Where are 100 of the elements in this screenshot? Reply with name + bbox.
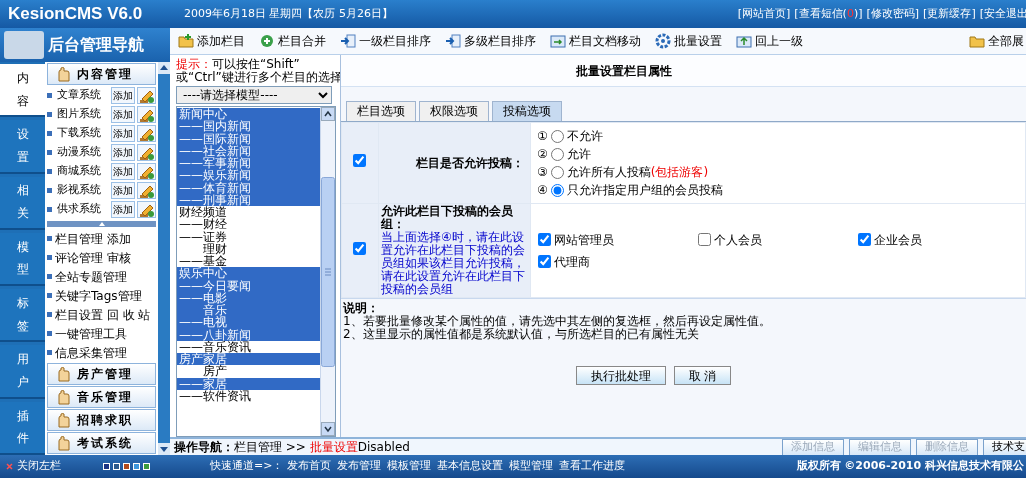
side-tab[interactable]: 标签 [0, 289, 45, 343]
menu-link[interactable]: 图片系统 [57, 106, 101, 123]
menu-link[interactable]: 一键管理工具 [55, 324, 127, 343]
add-button[interactable]: 添加 [111, 125, 135, 142]
checkbox[interactable] [353, 154, 367, 167]
side-tab[interactable]: 内容 [0, 64, 45, 118]
edit-button[interactable] [137, 182, 156, 199]
expand-all-button[interactable]: 全部展 [969, 32, 1024, 50]
menu-link[interactable]: 影视系统 [57, 182, 101, 199]
toolbar-button[interactable]: 栏目文档移动 [550, 32, 641, 50]
menu-section-header[interactable]: 房产管理 [47, 363, 156, 385]
quick-link[interactable]: 发布首页 [287, 458, 332, 475]
listbox-option[interactable]: ——财经 [177, 218, 320, 231]
side-tab[interactable]: 设置 [0, 120, 45, 174]
menu-link[interactable]: 商城系统 [57, 163, 101, 180]
quick-link[interactable]: 发布管理 [337, 458, 382, 475]
radio-button[interactable] [550, 183, 564, 197]
theme-swatch[interactable] [113, 463, 120, 470]
listbox-option[interactable]: 房产家居 [177, 353, 320, 366]
menu-link[interactable]: 文章系统 [57, 87, 101, 104]
toolbar-button[interactable]: 一级栏目排序 [340, 32, 431, 50]
add-button[interactable]: 添加 [111, 201, 135, 218]
listbox-option[interactable]: ——军事新闻 [177, 157, 320, 170]
listbox-option[interactable]: ——电视 [177, 316, 320, 329]
listbox-option[interactable]: 音乐 [177, 304, 320, 317]
menu-link[interactable]: 供求系统 [57, 201, 101, 218]
listbox-option[interactable]: 房产 [177, 365, 320, 378]
radio-button[interactable] [550, 147, 564, 161]
listbox-option[interactable]: ——证券 [177, 230, 320, 243]
header-link[interactable]: [修改密码] [866, 5, 920, 23]
menu-link[interactable]: 下载系统 [57, 125, 101, 142]
header-link[interactable]: [网站首页] [737, 5, 791, 23]
column-listbox[interactable]: 新闻中心 ——国内新闻 ——国际新闻 ——社会新闻 ——军事新闻 ——娱乐新闻 ——体育新闻 ——刑事新闻 财经频道 ——财经 ——证券 理财 ——基金 娱乐中心 ——今日要闻 ——电影 音乐 ——电视 ——八卦新闻 ——音乐资讯 房产家居 房产 ——家居 ——软件资讯 [176, 106, 336, 437]
checkbox[interactable] [538, 255, 551, 268]
side-tab[interactable]: 相关 [0, 176, 45, 230]
header-link[interactable]: [更新缓存] [923, 5, 976, 23]
listbox-option[interactable]: ——音乐资讯 [177, 340, 320, 353]
side-tab[interactable]: 插件 [0, 401, 45, 455]
toolbar-button[interactable]: 批量设置 [655, 32, 722, 50]
listbox-option[interactable]: 理财 [177, 242, 320, 255]
model-select[interactable]: ----请选择模型---- [176, 86, 332, 104]
add-button[interactable]: 添加 [111, 87, 135, 104]
radio-button[interactable] [550, 165, 564, 179]
menu-link[interactable]: 评论管理 审核 [55, 248, 131, 267]
close-sidebar-link[interactable]: 关闭左栏 [6, 458, 61, 475]
edit-button[interactable] [137, 87, 156, 104]
add-button[interactable]: 添加 [111, 106, 135, 123]
checkbox[interactable] [698, 233, 711, 246]
checkbox[interactable] [353, 241, 367, 255]
side-tab[interactable]: 模型 [0, 232, 45, 287]
edit-button[interactable] [137, 144, 156, 161]
quick-link[interactable]: 查看工作进度 [559, 458, 626, 475]
header-link[interactable]: [查看短信(0)] [794, 5, 863, 23]
menu-link[interactable]: 信息采集管理 [55, 343, 127, 362]
side-tab[interactable]: 用户 [0, 345, 45, 399]
listbox-option[interactable]: ——基金 [177, 255, 320, 268]
menu-section-header[interactable]: 招聘求职 [47, 409, 156, 431]
menu-section-header[interactable]: 音乐管理 [47, 386, 156, 408]
edit-button[interactable] [137, 163, 156, 180]
listbox-option[interactable]: 娱乐中心 [177, 267, 320, 280]
toolbar-button[interactable]: 回上一级 [736, 32, 803, 50]
form-tab[interactable]: 权限选项 [419, 101, 489, 121]
quick-link[interactable]: 基本信息设置 [437, 458, 504, 475]
quick-link[interactable]: 模板管理 [387, 458, 432, 475]
action-button[interactable]: 执行批处理 [575, 366, 666, 385]
theme-swatch[interactable] [143, 463, 150, 470]
toolbar-button[interactable]: 添加栏目 [178, 32, 245, 50]
menu-link[interactable]: 栏目管理 添加 [55, 229, 131, 248]
toolbar-button[interactable]: 栏目合并 [259, 32, 326, 50]
form-tab[interactable]: 栏目选项 [346, 101, 416, 121]
menu-link[interactable]: 动漫系统 [57, 144, 101, 161]
edit-button[interactable] [137, 125, 156, 142]
listbox-option[interactable]: 新闻中心 [177, 108, 320, 121]
theme-swatch[interactable] [103, 463, 110, 470]
menu-link[interactable]: 全站专题管理 [55, 267, 127, 286]
menu-section-header[interactable]: 内容管理 [47, 63, 156, 85]
toolbar-button[interactable]: 多级栏目排序 [445, 32, 536, 50]
edit-button[interactable] [137, 201, 156, 218]
footer-button[interactable]: 技术支 [983, 438, 1026, 456]
theme-swatch[interactable] [123, 463, 130, 470]
menu-link[interactable]: 关键字Tags管理 [55, 286, 142, 305]
header-link[interactable]: [安全退出 [979, 5, 1026, 23]
form-tab[interactable]: 投稿选项 [492, 101, 562, 121]
menu-link[interactable]: 栏目设置 回 收 站 [55, 305, 151, 324]
listbox-option[interactable]: 财经频道 [177, 206, 320, 219]
listbox-option[interactable]: ——家居 [177, 377, 320, 390]
theme-swatch[interactable] [133, 463, 140, 470]
quick-link[interactable]: 模型管理 [509, 458, 554, 475]
checkbox[interactable] [538, 233, 551, 246]
listbox-option[interactable]: ——国内新闻 [177, 120, 320, 133]
action-button[interactable]: 取 消 [673, 366, 732, 385]
edit-button[interactable] [137, 106, 156, 123]
checkbox[interactable] [858, 233, 871, 246]
add-button[interactable]: 添加 [111, 144, 135, 161]
listbox-option[interactable]: ——娱乐新闻 [177, 169, 320, 182]
radio-button[interactable] [550, 129, 564, 143]
add-button[interactable]: 添加 [111, 182, 135, 199]
menu-section-header[interactable]: 考试系统 [47, 432, 156, 454]
listbox-option[interactable]: ——软件资讯 [177, 389, 320, 402]
add-button[interactable]: 添加 [111, 163, 135, 180]
